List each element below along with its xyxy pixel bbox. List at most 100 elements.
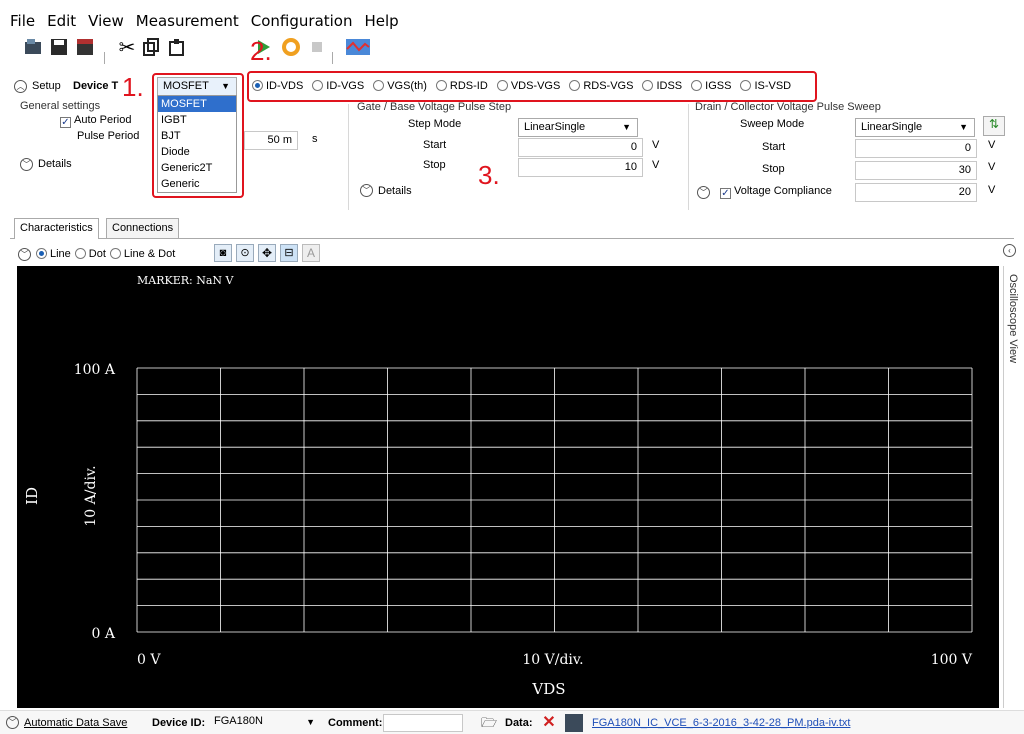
pan-icon[interactable]: ✥ xyxy=(258,244,276,262)
x-min-label: 0 V xyxy=(137,652,161,668)
group-divider xyxy=(688,104,689,210)
device-id-select[interactable]: FGA180N ▼ xyxy=(211,714,321,732)
toolbar-separator xyxy=(104,52,110,64)
gate-details-icon[interactable]: ﹀ xyxy=(360,184,373,197)
general-details-icon[interactable]: ﹀ xyxy=(20,158,33,171)
x-axis-title: VDS xyxy=(531,680,565,698)
menu-edit[interactable]: Edit xyxy=(47,12,76,30)
menu-view[interactable]: View xyxy=(88,12,124,30)
menu-configuration[interactable]: Configuration xyxy=(251,12,353,30)
gate-stop-unit: V xyxy=(652,159,660,171)
toolbar: ✂ xyxy=(20,36,470,64)
repeat-icon[interactable] xyxy=(280,36,302,58)
auto-save-toggle-icon[interactable]: ﹀ xyxy=(6,716,19,729)
paste-icon[interactable] xyxy=(166,36,188,58)
oscilloscope-icon[interactable] xyxy=(344,36,372,58)
annotation-2: 2. xyxy=(250,36,272,66)
menu-file[interactable]: File xyxy=(10,12,35,30)
gate-details-label[interactable]: Details xyxy=(378,185,412,197)
cut-icon[interactable]: ✂ xyxy=(116,36,138,59)
tab-connections[interactable]: Connections xyxy=(106,218,180,238)
auto-period-checkbox[interactable]: ✓ Auto Period xyxy=(60,114,131,128)
save-icon[interactable] xyxy=(48,36,70,58)
sweep-mode-label: Sweep Mode xyxy=(740,118,805,130)
drain-stop-unit: V xyxy=(988,161,996,173)
voltage-compliance-input[interactable]: 20 xyxy=(855,183,977,202)
scope-canvas: MARKER: NaN V 100 A 0 A 10 A/div. ID 0 V… xyxy=(23,274,973,698)
stop-icon[interactable] xyxy=(306,36,328,58)
compliance-unit: V xyxy=(988,184,996,196)
annotation-box-2 xyxy=(247,71,817,102)
drain-stop-label: Stop xyxy=(762,163,785,175)
menu-bar: File Edit View Measurement Configuration… xyxy=(10,8,1010,34)
voltage-compliance-checkbox[interactable]: ✓ Voltage Compliance xyxy=(720,185,832,199)
plot-grid xyxy=(136,367,973,633)
drain-start-unit: V xyxy=(988,139,996,151)
target-icon[interactable]: ⊙ xyxy=(236,244,254,262)
gate-group-title: Gate / Base Voltage Pulse Step xyxy=(357,101,512,113)
sweep-mode-select[interactable]: LinearSingle ▼ xyxy=(855,118,975,137)
gate-stop-label: Stop xyxy=(423,159,446,171)
collapse-panel-icon[interactable]: ‹ xyxy=(1003,244,1016,257)
drain-details-icon[interactable]: ﹀ xyxy=(697,186,710,199)
menu-help[interactable]: Help xyxy=(365,12,399,30)
style-line-radio[interactable]: Line xyxy=(36,248,71,260)
pulse-period-label: Pulse Period xyxy=(77,130,140,142)
x-max-label: 100 V xyxy=(931,652,973,668)
drain-start-label: Start xyxy=(762,141,786,153)
tab-characteristics[interactable]: Characteristics xyxy=(14,218,99,239)
y-div-label: 10 A/div. xyxy=(83,465,99,526)
oscilloscope-view-label[interactable]: Oscilloscope View xyxy=(1007,274,1019,363)
copy-icon[interactable] xyxy=(140,36,162,58)
pulse-period-input[interactable]: 50 m xyxy=(244,131,298,150)
oscilloscope-plot[interactable]: MARKER: NaN V 100 A 0 A 10 A/div. ID 0 V… xyxy=(17,266,999,708)
setup-toggle-icon[interactable]: ︿ xyxy=(14,80,27,93)
oscilloscope-view-panel[interactable]: Oscilloscope View xyxy=(1003,266,1021,708)
x-div-label: 10 V/div. xyxy=(522,652,583,668)
step-mode-label: Step Mode xyxy=(408,118,462,130)
menu-measurement[interactable]: Measurement xyxy=(136,12,239,30)
group-divider xyxy=(348,104,349,210)
y-min-label: 0 A xyxy=(92,626,116,642)
style-dot-radio[interactable]: Dot xyxy=(74,248,106,260)
step-mode-select[interactable]: LinearSingle ▼ xyxy=(518,118,638,137)
delete-icon[interactable]: ✕ xyxy=(540,714,558,732)
drain-stop-input[interactable]: 30 xyxy=(855,161,977,180)
chevron-down-icon: ▼ xyxy=(306,717,315,727)
device-id-label: Device ID: xyxy=(152,717,206,729)
gate-stop-input[interactable]: 10 xyxy=(518,158,643,177)
annotate-text-icon[interactable]: A xyxy=(302,244,320,262)
annotation-3: 3. xyxy=(478,160,500,190)
annotation-1: 1. xyxy=(122,72,144,102)
y-max-label: 100 A xyxy=(74,362,116,378)
general-details-label[interactable]: Details xyxy=(38,158,72,170)
annotation-box-1 xyxy=(152,73,244,198)
plot-toolbar-toggle-icon[interactable]: ﹀ xyxy=(18,248,31,261)
setup-label: Setup xyxy=(32,80,61,92)
sweep-wizard-icon[interactable]: ⇅ xyxy=(983,116,1005,136)
style-line-dot-radio[interactable]: Line & Dot xyxy=(109,248,175,260)
clapper-icon[interactable] xyxy=(74,36,96,58)
data-label: Data: xyxy=(505,717,533,729)
marker-icon[interactable]: ⊟ xyxy=(280,244,298,262)
auto-save-label[interactable]: Automatic Data Save xyxy=(24,717,127,729)
drain-start-input[interactable]: 0 xyxy=(855,139,977,158)
toolbar-separator xyxy=(332,52,338,64)
device-type-label: Device T xyxy=(73,80,119,92)
comment-input[interactable] xyxy=(383,714,463,732)
step-mode-value: LinearSingle xyxy=(524,121,586,133)
chevron-down-icon: ▼ xyxy=(959,122,968,132)
open-data-icon[interactable] xyxy=(565,714,583,732)
folder-icon[interactable]: 🗁 xyxy=(480,714,498,732)
pulse-period-unit: s xyxy=(312,133,318,145)
open-icon[interactable] xyxy=(22,36,44,58)
comment-label: Comment: xyxy=(328,717,383,729)
tab-strip-line xyxy=(10,238,1014,239)
drain-group-title: Drain / Collector Voltage Pulse Sweep xyxy=(695,101,881,113)
gate-start-input[interactable]: 0 xyxy=(518,138,643,157)
device-id-value: FGA180N xyxy=(214,715,263,727)
marker-readout: MARKER: NaN V xyxy=(137,274,235,287)
data-file-link[interactable]: FGA180N_IC_VCE_6-3-2016_3-42-28_PM.pda-i… xyxy=(592,717,850,729)
status-bar: ﹀ Automatic Data Save Device ID: FGA180N… xyxy=(0,710,1024,734)
camera-icon[interactable]: ◙ xyxy=(214,244,232,262)
